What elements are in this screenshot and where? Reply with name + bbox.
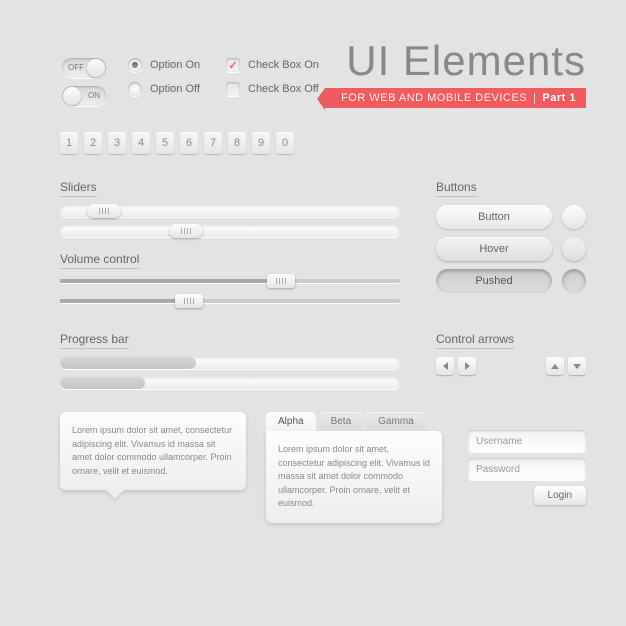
section-sliders: Sliders — [60, 180, 97, 197]
checkbox-icon — [226, 82, 240, 96]
slider-thumb[interactable] — [169, 224, 203, 238]
arrow-down-button[interactable] — [568, 357, 586, 375]
button-pushed[interactable]: Pushed — [436, 269, 552, 293]
header: UI Elements FOR WEB AND MOBILE DEVICES |… — [325, 40, 586, 108]
toggle-knob — [87, 59, 105, 77]
chevron-left-icon — [443, 362, 448, 370]
part-label: Part 1 — [542, 92, 576, 104]
progress-bar — [60, 377, 400, 389]
section-volume: Volume control — [60, 252, 139, 269]
radio-icon — [128, 58, 142, 72]
section-buttons: Buttons — [436, 180, 477, 197]
digit-button[interactable]: 1 — [60, 132, 78, 154]
page-title: UI Elements — [325, 40, 586, 82]
volume-track[interactable] — [60, 279, 400, 283]
circle-button-pushed[interactable] — [562, 269, 586, 293]
progress-bar — [60, 357, 400, 369]
tab-beta[interactable]: Beta — [319, 412, 364, 431]
digit-button[interactable]: 2 — [84, 132, 102, 154]
digit-button[interactable]: 7 — [204, 132, 222, 154]
radio-label: Option On — [150, 59, 200, 71]
digit-button[interactable]: 6 — [180, 132, 198, 154]
radio-option-on[interactable]: Option On — [128, 58, 200, 72]
tab-gamma[interactable]: Gamma — [366, 412, 426, 431]
section-arrows: Control arrows — [436, 332, 514, 349]
digit-button[interactable]: 3 — [108, 132, 126, 154]
tab-alpha[interactable]: Alpha — [266, 412, 316, 431]
slider-track[interactable] — [60, 205, 400, 217]
login-button[interactable]: Login — [534, 486, 586, 505]
subtitle-ribbon: FOR WEB AND MOBILE DEVICES | Part 1 — [325, 88, 586, 108]
volume-thumb[interactable] — [267, 274, 295, 288]
circle-button-hover[interactable] — [562, 237, 586, 261]
checkbox-label: Check Box On — [248, 59, 319, 71]
button-hover[interactable]: Hover — [436, 237, 552, 261]
radio-icon — [128, 82, 142, 96]
arrow-left-button[interactable] — [436, 357, 454, 375]
circle-button-normal[interactable] — [562, 205, 586, 229]
digit-button[interactable]: 8 — [228, 132, 246, 154]
chevron-down-icon — [573, 364, 581, 369]
slider-thumb[interactable] — [87, 204, 121, 218]
volume-fill — [60, 299, 189, 303]
toggle-on[interactable]: OFF ON — [62, 86, 106, 106]
digit-button[interactable]: 5 — [156, 132, 174, 154]
section-progress: Progress bar — [60, 332, 129, 349]
slider-track[interactable] — [60, 225, 400, 237]
digit-button[interactable]: 0 — [276, 132, 294, 154]
checkbox-off[interactable]: Check Box Off — [226, 82, 319, 96]
progress-value — [60, 357, 196, 369]
digit-row: 1 2 3 4 5 6 7 8 9 0 — [60, 132, 294, 154]
subtitle: FOR WEB AND MOBILE DEVICES — [341, 92, 527, 104]
arrow-right-button[interactable] — [458, 357, 476, 375]
volume-thumb[interactable] — [175, 294, 203, 308]
checkbox-label: Check Box Off — [248, 83, 319, 95]
chevron-right-icon — [465, 362, 470, 370]
arrow-up-button[interactable] — [546, 357, 564, 375]
progress-value — [60, 377, 145, 389]
username-field[interactable]: Username — [468, 430, 586, 452]
checkbox-icon: ✓ — [226, 58, 240, 72]
volume-track[interactable] — [60, 299, 400, 303]
tooltip: Lorem ipsum dolor sit amet, consectetur … — [60, 412, 246, 490]
tab-body: Lorem ipsum dolor sit amet, consectetur … — [266, 431, 442, 523]
digit-button[interactable]: 4 — [132, 132, 150, 154]
chevron-up-icon — [551, 364, 559, 369]
toggle-knob — [63, 87, 81, 105]
volume-fill — [60, 279, 281, 283]
radio-label: Option Off — [150, 83, 200, 95]
digit-button[interactable]: 9 — [252, 132, 270, 154]
toggle-off[interactable]: OFF ON — [62, 58, 106, 78]
checkbox-on[interactable]: ✓ Check Box On — [226, 58, 319, 72]
button-normal[interactable]: Button — [436, 205, 552, 229]
password-field[interactable]: Password — [468, 458, 586, 480]
radio-option-off[interactable]: Option Off — [128, 82, 200, 96]
